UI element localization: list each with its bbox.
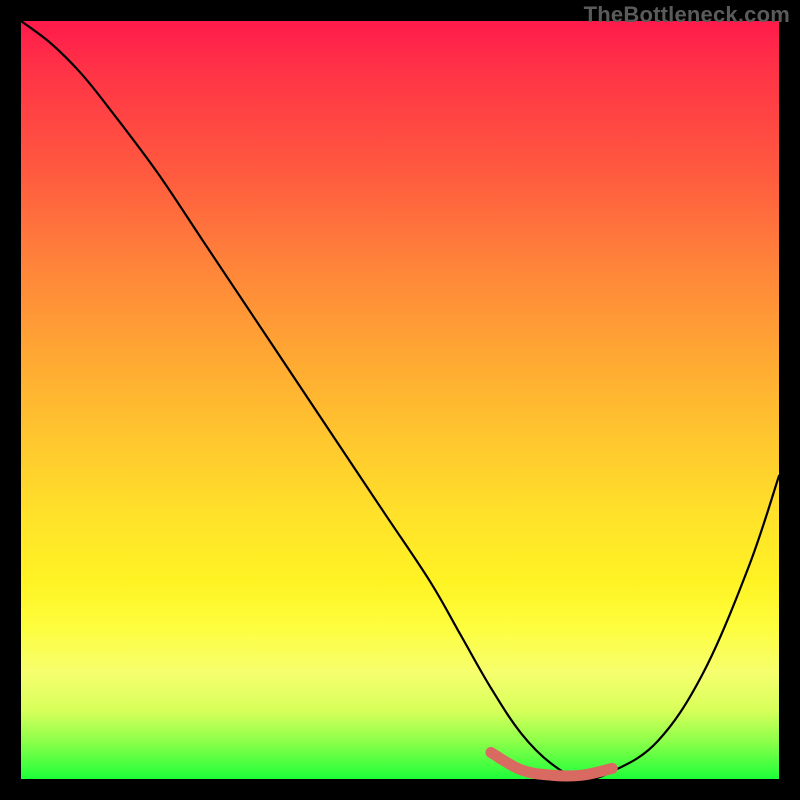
bottleneck-curve-line [21,21,779,779]
watermark-text: TheBottleneck.com [584,2,790,28]
chart-svg [21,21,779,779]
chart-frame: TheBottleneck.com [0,0,800,800]
plot-area [21,21,779,779]
